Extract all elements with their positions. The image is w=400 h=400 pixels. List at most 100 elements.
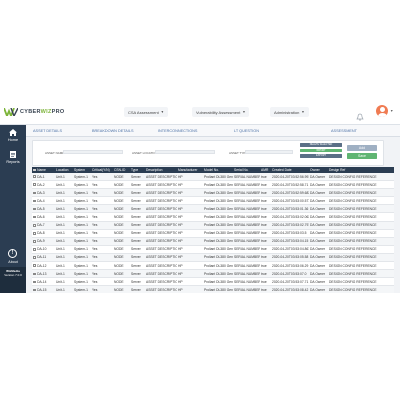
table-cell: Server xyxy=(130,285,145,293)
export-button[interactable]: EXPORT xyxy=(300,154,342,158)
row-checkbox[interactable] xyxy=(33,207,36,211)
table-cell: DESIGN CONFIG REFERENCE xyxy=(328,245,394,254)
row-checkbox[interactable] xyxy=(33,240,36,243)
asset-location-input[interactable] xyxy=(155,149,215,154)
table-cell: 2020-04-20T03:53:02.063 xyxy=(271,212,309,222)
table-row[interactable]: DA-9 Unit-1 System-1 Yes NODE Server ASSET DES… xyxy=(32,237,394,246)
sidebar-item-reports[interactable]: Reports xyxy=(0,151,26,164)
row-checkbox[interactable] xyxy=(33,248,36,251)
delete-selected-button[interactable]: DELETE SELECTED xyxy=(300,143,342,147)
cell-value: 2020-04-20T03:53:07.71 xyxy=(272,279,309,284)
table-row[interactable]: DA-8 Unit-1 System-1 Yes NODE Server ASSET DES… xyxy=(32,229,394,238)
cell-value: Unit-1 xyxy=(56,263,65,268)
sidebar-item-home[interactable]: Home xyxy=(0,129,26,142)
avatar[interactable] xyxy=(376,105,388,117)
brand-footer: WizMedia Version 7.0.0 xyxy=(0,269,26,277)
info-icon[interactable]: ! xyxy=(8,249,17,258)
table-row[interactable]: DA-14 Unit-1 System-1 Yes NODE Server ASSET DE… xyxy=(32,277,394,287)
table-cell: HP xyxy=(177,212,203,222)
tab-lt-question[interactable]: LT QUESTION xyxy=(234,129,259,133)
row-checkbox[interactable] xyxy=(33,183,36,187)
cell-value: NODE xyxy=(114,263,124,268)
asset-name-input[interactable] xyxy=(63,149,123,154)
table-row[interactable]: DA-2 Unit-1 System-1 Yes NODE Server ASSET DES… xyxy=(32,180,394,190)
cell-value: DA Owner xyxy=(310,206,326,211)
table-row[interactable]: DA-1 Unit-1 System-1 Yes NODE Server ASSET DES… xyxy=(32,173,394,182)
cell-value: Proliant DL380 Gen 9 xyxy=(204,198,233,203)
app-logo[interactable]: CYBERWIZPRO xyxy=(4,107,64,117)
cell-value: Unit-1 xyxy=(56,231,65,236)
table-cell: Proliant DL380 Gen 9 xyxy=(203,229,233,238)
cell-value: Proliant DL380 Gen 9 xyxy=(204,190,233,195)
row-checkbox[interactable] xyxy=(33,288,36,292)
table-row[interactable]: DA-12 Unit-1 System-1 Yes NODE Server ASSET DE… xyxy=(32,261,394,271)
import-button[interactable]: IMPORT xyxy=(300,148,342,153)
table-row[interactable]: DA-11 Unit-1 System-1 Yes NODE Server ASSET DE… xyxy=(32,253,394,263)
table-cell: ASSET DESCRIPTION xyxy=(145,269,177,279)
row-checkbox[interactable] xyxy=(33,272,36,276)
row-checkbox[interactable] xyxy=(33,256,36,259)
table-row[interactable]: DA-5 Unit-1 System-1 Yes NODE Server ASSET DES… xyxy=(32,204,394,214)
row-checkbox[interactable] xyxy=(33,264,36,267)
table-row[interactable]: DA-6 Unit-1 System-1 Yes NODE Server ASSET DES… xyxy=(32,212,394,222)
row-checkbox[interactable] xyxy=(33,175,36,178)
cell-value: DESIGN CONFIG REFERENCE xyxy=(329,239,377,244)
nav-administration[interactable]: Administration ▼ xyxy=(270,107,309,117)
tab-assessment[interactable]: ASSESSMENT xyxy=(331,129,357,133)
tab-asset-details[interactable]: ASSET DETAILS xyxy=(33,129,62,133)
table-cell: Server xyxy=(130,269,145,279)
table-cell: HP xyxy=(177,229,203,238)
table-cell: ASSET DESCRIPTION xyxy=(145,253,177,263)
table-cell: ASSET DESCRIPTION xyxy=(145,173,177,182)
table-cell: Yes xyxy=(91,196,113,206)
nav-csa-assessment[interactable]: CSA Assessment ▼ xyxy=(124,107,168,117)
select-all-checkbox[interactable] xyxy=(33,168,36,172)
cell-value: ASSET DESCRIPTION xyxy=(146,255,177,260)
nav-label: Vulnerability Assessment xyxy=(196,109,241,115)
table-cell: true xyxy=(260,204,271,214)
table-cell: true xyxy=(260,229,271,238)
row-checkbox[interactable] xyxy=(33,199,36,203)
row-checkbox[interactable] xyxy=(33,232,36,235)
cell-value: DESIGN CONFIG REFERENCE xyxy=(329,247,377,252)
table-cell: Yes xyxy=(91,277,113,287)
chevron-down-icon[interactable]: ▼ xyxy=(390,109,393,113)
table-cell: System-1 xyxy=(73,261,91,271)
asset-type-input[interactable] xyxy=(245,149,293,154)
about-link[interactable]: About xyxy=(0,260,26,264)
cell-value: Server xyxy=(131,215,141,220)
cell-value: SERIAL NUMBER xyxy=(234,198,260,203)
cell-value: Proliant DL380 Gen 9 xyxy=(204,174,233,179)
table-cell: Yes xyxy=(91,204,113,214)
cell-value: ASSET DESCRIPTION xyxy=(146,271,177,276)
cell-value: Proliant DL380 Gen 9 xyxy=(204,182,233,187)
cell-value: DA-5 xyxy=(37,206,45,211)
add-button[interactable]: Add xyxy=(347,145,377,151)
cell-value: Unit-1 xyxy=(56,223,65,228)
table-row[interactable]: DA-13 Unit-1 System-1 Yes NODE Server ASSET DE… xyxy=(32,269,394,279)
tab-interconnections[interactable]: INTERCONNECTIONS xyxy=(158,129,197,133)
table-row[interactable]: DA-15 Unit-1 System-1 Yes NODE Server ASSET DE… xyxy=(32,285,394,293)
bell-icon[interactable] xyxy=(356,108,364,121)
row-checkbox[interactable] xyxy=(33,280,36,284)
cell-value: true xyxy=(261,231,267,236)
cell-value: System-1 xyxy=(74,239,88,244)
table-row[interactable]: DA-3 Unit-1 System-1 Yes NODE Server ASSET DES… xyxy=(32,188,394,198)
cell-value: Yes xyxy=(92,263,98,268)
table-row[interactable]: DA-7 Unit-1 System-1 Yes NODE Server ASSET DES… xyxy=(32,221,394,230)
cell-value: ASSET DESCRIPTION xyxy=(146,247,177,252)
row-checkbox[interactable] xyxy=(33,223,36,227)
row-checkbox[interactable] xyxy=(33,215,36,219)
table-cell: Unit-1 xyxy=(55,277,73,287)
row-checkbox[interactable] xyxy=(33,191,36,195)
cell-value: DESIGN CONFIG REFERENCE xyxy=(329,206,377,211)
table-cell: Yes xyxy=(91,253,113,263)
sidebar: Home Reports xyxy=(0,125,26,293)
nav-vulnerability-assessment[interactable]: Vulnerability Assessment ▼ xyxy=(192,107,250,117)
table-row[interactable]: DA-10 Unit-1 System-1 Yes NODE Server ASSET DE… xyxy=(32,245,394,254)
table-row[interactable]: DA-4 Unit-1 System-1 Yes NODE Server ASSET DES… xyxy=(32,196,394,206)
table-cell: SERIAL NUMBER xyxy=(233,277,260,287)
save-button[interactable]: Save xyxy=(347,153,377,159)
table-cell: Yes xyxy=(91,221,113,230)
tab-breakdown-details[interactable]: BREAKDOWN DETAILS xyxy=(92,129,134,133)
